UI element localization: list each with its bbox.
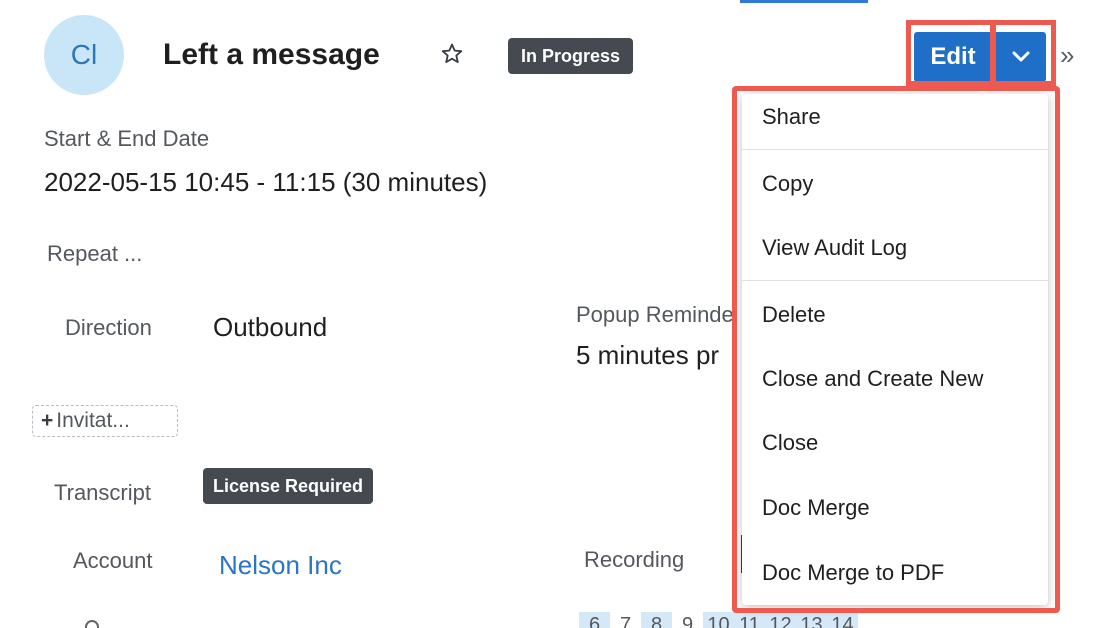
direction-label: Direction (65, 315, 152, 340)
popup-reminder-value: 5 minutes pr (576, 340, 720, 370)
calendar-day[interactable]: 11 (734, 612, 765, 628)
recording-label: Recording (584, 547, 685, 572)
account-label: Account (73, 548, 153, 573)
plus-icon: + (41, 409, 54, 432)
star-icon[interactable] (440, 42, 464, 66)
highlight-dropdown-menu (732, 86, 1060, 613)
direction-value: Outbound (213, 312, 328, 342)
popup-reminder-label: Popup Reminde (576, 302, 734, 327)
calendar-day[interactable]: 12 (765, 612, 796, 628)
calendar-day[interactable]: 13 (796, 612, 827, 628)
double-chevron-right-icon[interactable]: » (1060, 42, 1084, 68)
avatar: Cl (44, 15, 124, 95)
status-badge: In Progress (508, 38, 634, 74)
add-invitees-label: Invitat... (56, 409, 130, 432)
calendar-day[interactable]: 8 (641, 612, 672, 628)
highlight-dropdown-toggle (990, 20, 1056, 86)
top-link-underline (740, 0, 868, 3)
transcript-label: Transcript (54, 480, 151, 505)
calendar-day[interactable]: 7 (610, 612, 641, 628)
add-invitees-button[interactable]: + Invitat... (32, 405, 178, 437)
calendar-day[interactable]: 10 (703, 612, 734, 628)
highlight-edit-button (906, 20, 996, 86)
record-title: Left a message (163, 38, 380, 71)
account-link[interactable]: Nelson Inc (219, 550, 342, 581)
avatar-initials: Cl (70, 39, 98, 70)
calendar-strip: 6 7 8 9 10 11 12 13 14 (579, 612, 858, 628)
calendar-day[interactable]: 9 (672, 612, 703, 628)
calendar-day[interactable]: 14 (827, 612, 858, 628)
calendar-day[interactable]: 6 (579, 612, 610, 628)
license-required-badge: License Required (203, 468, 374, 504)
repeat-label[interactable]: Repeat ... (47, 241, 142, 267)
partial-field-icon (85, 620, 99, 628)
start-end-date-value: 2022-05-15 10:45 - 11:15 (30 minutes) (44, 167, 488, 197)
start-end-date-label: Start & End Date (44, 126, 210, 151)
